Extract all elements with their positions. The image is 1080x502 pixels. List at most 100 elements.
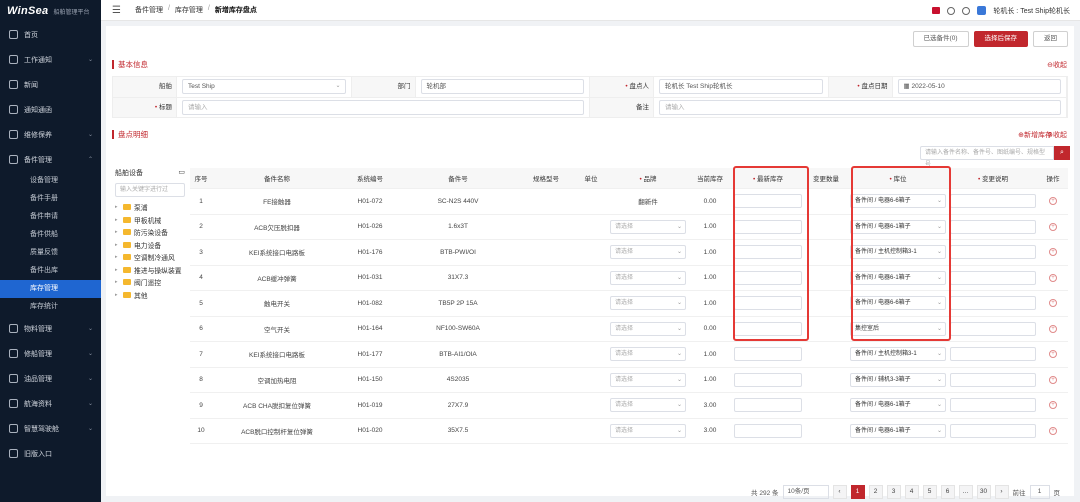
submenu-item[interactable]: 备件申请 [0,208,101,226]
add-circle-icon[interactable]: + [1049,350,1057,359]
brand-select[interactable]: 请选择 ⌄ [610,245,686,260]
basic-collapse-link[interactable]: ⊖收起 [1047,60,1067,70]
breadcrumb-item[interactable]: 库存管理 [175,5,203,15]
caret-right-icon[interactable]: ▸ [115,217,120,223]
title-input[interactable]: 请输入 [182,100,584,115]
submenu-item[interactable]: 备件供船 [0,226,101,244]
tree-node[interactable]: ▸ 泵浦 [115,201,185,214]
page-button[interactable]: … [958,485,973,499]
location-select[interactable]: 备件间 / 电器6-1箱子 ⌄ [850,219,946,234]
brand-select[interactable]: 请选择 ⌄ [610,347,686,362]
user-menu[interactable]: 轮机长 : Test Ship轮机长 [993,6,1070,16]
change-note-input[interactable] [950,270,1036,285]
change-note-input[interactable] [950,194,1036,209]
caret-right-icon[interactable]: ▸ [115,292,120,298]
add-circle-icon[interactable]: + [1049,401,1057,410]
page-button[interactable]: 6 [940,485,955,499]
add-circle-icon[interactable]: + [1049,299,1057,308]
add-circle-icon[interactable]: + [1049,273,1057,282]
caret-right-icon[interactable]: ▸ [115,254,120,260]
brand-select[interactable]: 请选择 ⌄ [610,270,686,285]
new-stock-input[interactable] [734,245,802,260]
new-stock-input[interactable] [734,219,802,234]
next-page-button[interactable]: › [994,485,1009,499]
submenu-item[interactable]: 设备管理 [0,172,101,190]
breadcrumb-item[interactable]: 备件管理 [135,5,163,15]
add-circle-icon[interactable]: + [1049,426,1057,435]
sidebar-item[interactable]: 首页 [0,22,101,47]
page-button[interactable]: 30 [976,485,991,499]
new-stock-input[interactable] [734,398,802,413]
add-circle-icon[interactable]: + [1049,222,1057,231]
change-note-input[interactable] [950,347,1036,362]
brand-select[interactable]: 请选择 ⌄ [610,372,686,387]
back-button[interactable]: 返回 [1033,31,1068,47]
sidebar-item[interactable]: 航海资料 ⌄ [0,391,101,416]
sidebar-item[interactable]: 通知通函 [0,97,101,122]
change-note-input[interactable] [950,296,1036,311]
caret-right-icon[interactable]: ▸ [115,229,120,235]
location-select[interactable]: 集控室后 ⌄ [850,321,946,336]
change-note-input[interactable] [950,423,1036,438]
sidebar-item[interactable]: 旧版入口 [0,441,101,466]
detail-collapse-link[interactable]: ⊖收起 [1047,130,1067,140]
tree-node[interactable]: ▸ 电力设备 [115,239,185,252]
location-select[interactable]: 备件间 / 电器6-6箱子 ⌄ [850,194,946,209]
new-stock-input[interactable] [734,347,802,362]
new-stock-input[interactable] [734,321,802,336]
new-stock-input[interactable] [734,296,802,311]
sidebar-item[interactable]: 工作通知 ⌄ [0,47,101,72]
location-select[interactable]: 备件间 / 电器6-6箱子 ⌄ [850,296,946,311]
sidebar-item[interactable]: 智慧驾驶舱 ⌄ [0,416,101,441]
caret-right-icon[interactable]: ▸ [115,242,120,248]
page-button[interactable]: 2 [868,485,883,499]
ship-select[interactable]: Test Ship ⌄ [182,79,346,94]
part-search-input[interactable]: 请输入备件名称、备件号、图纸编号、规格型号 [920,146,1054,168]
page-button[interactable]: 5 [922,485,937,499]
caret-right-icon[interactable]: ▸ [115,204,120,210]
submenu-item[interactable]: 备件手册 [0,190,101,208]
prev-page-button[interactable]: ‹ [832,485,847,499]
tree-node[interactable]: ▸ 阀门遥控 [115,276,185,289]
caret-right-icon[interactable]: ▸ [115,267,120,273]
search-button[interactable]: ⌕ [1054,146,1070,160]
select-save-button[interactable]: 选择后保存 [973,31,1028,47]
change-note-input[interactable] [950,398,1036,413]
add-circle-icon[interactable]: + [1049,197,1057,206]
page-button[interactable]: 4 [904,485,919,499]
language-flag-icon[interactable] [932,7,941,14]
sidebar-item[interactable]: 维修保养 ⌄ [0,122,101,147]
location-select[interactable]: 备件间 / 主机控制箱3-1 ⌄ [850,245,946,260]
sidebar-item[interactable]: 修船管理 ⌄ [0,341,101,366]
settings-icon[interactable] [962,6,971,15]
location-select[interactable]: 备件间 / 电器6-1箱子 ⌄ [850,398,946,413]
sidebar-item[interactable]: 油品管理 ⌄ [0,366,101,391]
sidebar-item[interactable]: 新闻 [0,72,101,97]
brand-select[interactable]: 请选择 ⌄ [610,321,686,336]
compass-icon[interactable] [947,6,956,15]
add-circle-icon[interactable]: + [1049,324,1057,333]
date-picker[interactable]: ▦ 2022-05-10 [897,79,1061,94]
new-stock-input[interactable] [734,194,802,209]
location-select[interactable]: 备件间 / 电器6-1箱子 ⌄ [850,423,946,438]
submenu-item[interactable]: 备件出库 [0,262,101,280]
folder-icon[interactable]: ▭ [178,168,185,178]
new-stock-input[interactable] [734,270,802,285]
submenu-item[interactable]: 库存管理 [0,280,101,298]
tree-node[interactable]: ▸ 空调制冷通风 [115,251,185,264]
sidebar-item[interactable]: 物料管理 ⌄ [0,316,101,341]
page-button[interactable]: 1 [850,485,865,499]
submenu-item[interactable]: 库存统计 [0,298,101,316]
counter-field[interactable]: 轮机长 Test Ship轮机长 [659,79,823,94]
brand-select[interactable]: 请选择 ⌄ [610,219,686,234]
selected-parts-button[interactable]: 已选备件(0) [912,31,969,47]
location-select[interactable]: 备件间 / 主机控制箱3-1 ⌄ [850,347,946,362]
caret-right-icon[interactable]: ▸ [115,279,120,285]
change-note-input[interactable] [950,245,1036,260]
page-button[interactable]: 3 [886,485,901,499]
add-circle-icon[interactable]: + [1049,248,1057,257]
goto-input[interactable]: 1 [1029,485,1050,499]
location-select[interactable]: 备件间 / 电器6-1箱子 ⌄ [850,270,946,285]
menu-toggle-icon[interactable]: ☰ [112,5,121,16]
location-select[interactable]: 备件间 / 辅机3-3箱子 ⌄ [850,372,946,387]
